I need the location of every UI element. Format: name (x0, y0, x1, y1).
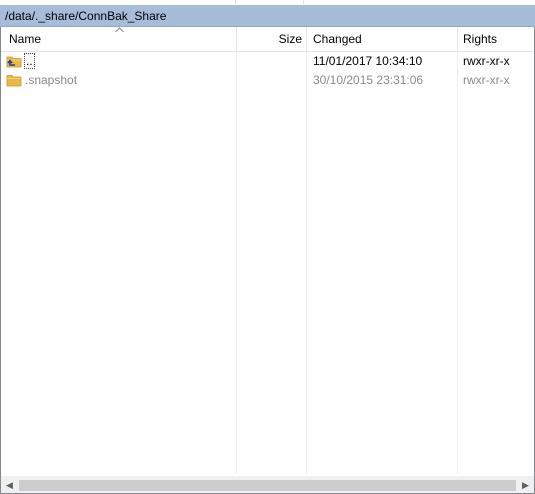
file-row-parent[interactable]: .. 11/01/2017 10:34:10 rwxr-xr-x (1, 52, 534, 71)
folder-icon (6, 75, 22, 87)
column-header-size[interactable]: Size (237, 27, 302, 52)
column-gridline (457, 52, 458, 474)
path-bar[interactable]: /data/._share/ConnBak_Share (0, 5, 535, 27)
column-separator[interactable] (306, 27, 307, 52)
scroll-left-icon[interactable]: ◀ (1, 477, 18, 494)
current-path: /data/._share/ConnBak_Share (5, 9, 167, 23)
file-name: .. (24, 52, 35, 71)
file-rights: rwxr-xr-x (463, 54, 510, 68)
scrollbar-thumb[interactable] (19, 480, 516, 491)
file-rights: rwxr-xr-x (463, 73, 510, 87)
file-row-snapshot[interactable]: .snapshot 30/10/2015 23:31:06 rwxr-xr-x (1, 71, 534, 90)
column-divider-tick (303, 0, 304, 4)
file-name: .snapshot (25, 73, 78, 87)
parent-folder-icon (6, 56, 22, 68)
column-header-name[interactable]: Name (9, 27, 41, 52)
column-separator[interactable] (457, 27, 458, 52)
horizontal-scrollbar[interactable]: ◀ ▶ (1, 476, 534, 493)
file-size (237, 71, 302, 90)
file-size (237, 52, 302, 71)
scroll-right-icon[interactable]: ▶ (517, 477, 534, 494)
file-list-pane[interactable]: Name Size Changed Rights .. 11/01/2017 1… (0, 27, 535, 494)
file-changed: 11/01/2017 10:34:10 (313, 54, 423, 68)
column-header: Name Size Changed Rights (1, 27, 534, 52)
file-name-text: .. (24, 53, 35, 69)
column-gridline (236, 52, 237, 474)
column-header-changed[interactable]: Changed (313, 27, 362, 52)
column-divider-tick (235, 0, 236, 4)
sort-ascending-icon (115, 27, 124, 33)
column-header-rights[interactable]: Rights (463, 27, 497, 52)
column-gridline (306, 52, 307, 474)
file-changed: 30/10/2015 23:31:06 (313, 73, 424, 87)
